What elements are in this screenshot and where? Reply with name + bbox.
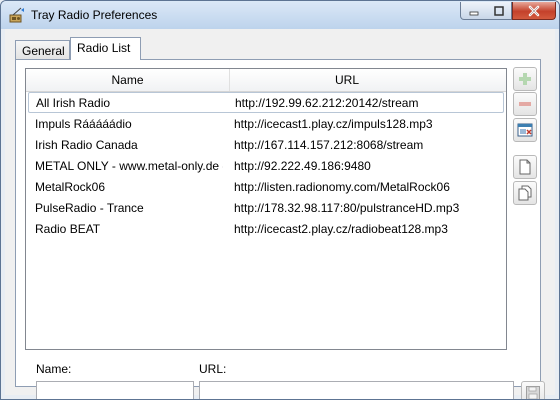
list-item-name: PulseRadio - Trance: [35, 201, 144, 215]
list-item[interactable]: Radio BEAT http://icecast2.play.cz/radio…: [26, 218, 506, 239]
column-header-name[interactable]: Name: [26, 73, 229, 87]
copy-button[interactable]: [513, 155, 537, 179]
save-button[interactable]: [521, 381, 545, 399]
tab-radio-list[interactable]: Radio List: [70, 37, 141, 60]
documents-icon: [518, 185, 532, 201]
list-item-url: http://listen.radionomy.com/MetalRock06: [234, 180, 450, 194]
list-item[interactable]: METAL ONLY - www.metal-only.de - 24h htt…: [26, 155, 506, 176]
list-item-url: http://icecast1.play.cz/impuls128.mp3: [234, 117, 433, 131]
list-item-url: http://178.32.98.117:80/pulstranceHD.mp3: [234, 201, 460, 215]
window-icon: [517, 123, 533, 137]
list-item-name: MetalRock06: [35, 180, 106, 194]
preferences-window: Tray Radio Preferences General Radio Lis…: [0, 0, 560, 400]
plus-icon: [519, 73, 531, 85]
floppy-disk-icon: [526, 386, 540, 399]
minimize-button[interactable]: [460, 2, 487, 20]
tab-general-label: General: [22, 44, 65, 58]
paste-button[interactable]: [513, 181, 537, 205]
window-title: Tray Radio Preferences: [31, 8, 158, 22]
list-item-name: Irish Radio Canada: [35, 138, 138, 152]
add-radio-button[interactable]: [513, 67, 537, 91]
list-item-name: Radio BEAT: [35, 222, 101, 236]
list-item[interactable]: MetalRock06 http://listen.radionomy.com/…: [26, 176, 506, 197]
list-item-url: http://icecast2.play.cz/radiobeat128.mp3: [234, 222, 448, 236]
column-header-url[interactable]: URL: [230, 73, 464, 87]
name-label: Name:: [36, 362, 72, 376]
list-item-name: All Irish Radio: [36, 96, 111, 110]
close-icon: [528, 5, 540, 16]
maximize-button[interactable]: [486, 2, 512, 20]
minus-icon: [519, 102, 531, 106]
list-item[interactable]: PulseRadio - Trance http://178.32.98.117…: [26, 197, 506, 218]
radio-list-view[interactable]: Name URL All Irish Radio http://192.99.6…: [25, 68, 507, 350]
list-item-url: http://167.114.157.212:8068/stream: [234, 138, 424, 152]
list-item-url: http://192.99.62.212:20142/stream: [235, 96, 419, 110]
close-button[interactable]: [512, 2, 556, 20]
tab-radio-list-label: Radio List: [77, 41, 131, 55]
app-icon: [9, 7, 24, 23]
tab-general[interactable]: General: [15, 40, 70, 59]
name-input[interactable]: [36, 381, 194, 399]
title-bar[interactable]: Tray Radio Preferences: [1, 1, 559, 29]
remove-radio-button[interactable]: [513, 92, 537, 116]
list-item-name: METAL ONLY - www.metal-only.de - 24h: [35, 159, 223, 173]
list-rows: All Irish Radio http://192.99.62.212:201…: [26, 92, 506, 239]
maximize-icon: [493, 5, 504, 16]
url-label: URL:: [199, 362, 227, 376]
list-header: Name URL: [26, 69, 506, 92]
list-item-name: Impuls Rááááádio: [35, 117, 132, 131]
list-item[interactable]: Irish Radio Canada http://167.114.157.21…: [26, 134, 506, 155]
radio-list-panel: Name URL All Irish Radio http://192.99.6…: [15, 59, 545, 399]
list-item-url: http://92.222.49.186:9480: [234, 159, 371, 173]
window-client-area: General Radio List Name URL All Irish Ra…: [5, 29, 555, 399]
list-item[interactable]: Impuls Rááááádio http://icecast1.play.cz…: [26, 113, 506, 134]
list-item[interactable]: All Irish Radio http://192.99.62.212:201…: [28, 92, 504, 113]
document-icon: [519, 159, 531, 175]
import-button[interactable]: [513, 118, 537, 142]
minimize-icon: [469, 11, 478, 15]
url-input[interactable]: [199, 381, 514, 399]
